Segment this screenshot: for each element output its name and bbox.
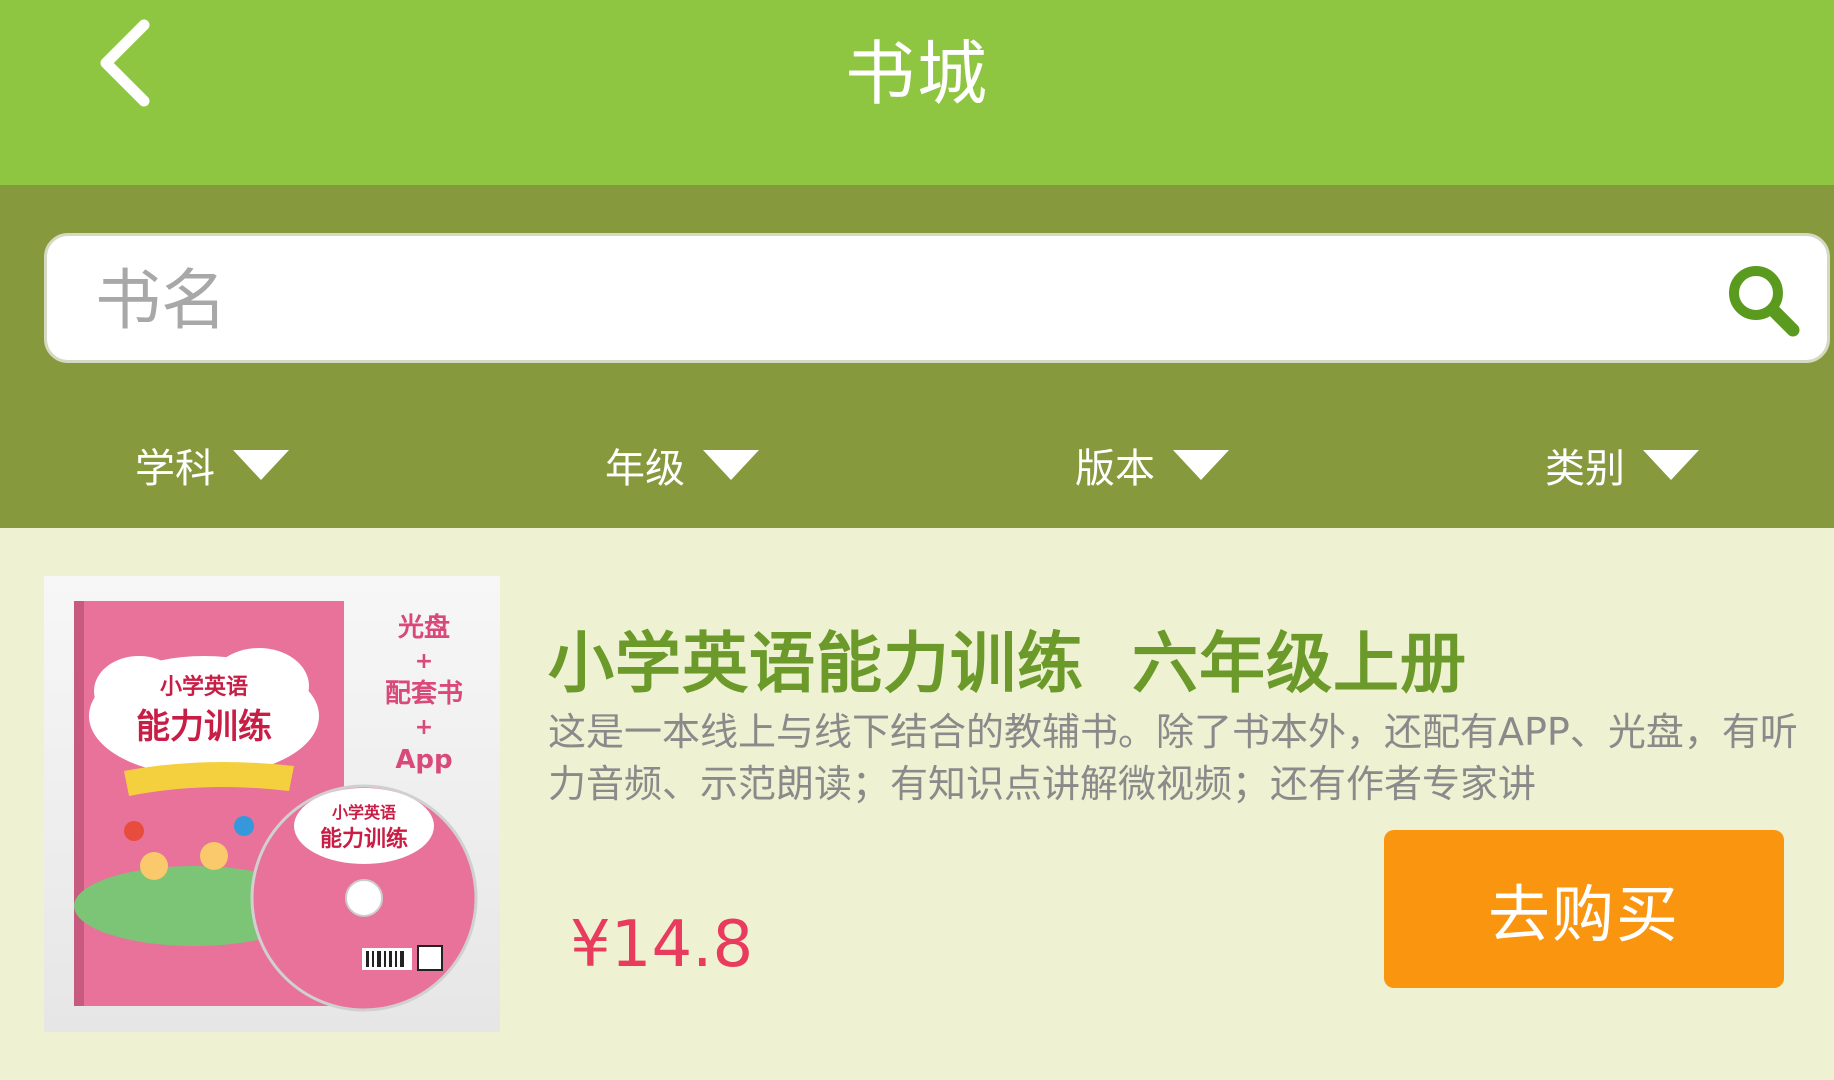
search-button[interactable] (1721, 258, 1805, 342)
disc-title-line2: 能力训练 (320, 826, 408, 852)
filter-label: 学科 (135, 446, 215, 492)
cover-title-line2: 能力训练 (136, 707, 272, 747)
search-icon (1729, 266, 1800, 337)
book-title[interactable]: 小学英语能力训练 六年级上册 (548, 610, 1467, 706)
cover-side-text: 光盘 (397, 612, 450, 643)
filter-label: 版本 (1075, 446, 1155, 492)
filter-row: 学科 年级 版本 类别 (0, 425, 1834, 505)
filter-subject[interactable]: 学科 (135, 425, 615, 505)
triangle-down-icon (703, 450, 759, 480)
book-price: ¥14.8 (570, 908, 754, 982)
search-box (44, 233, 1830, 363)
cover-side-text: + (415, 715, 433, 740)
cover-side-text: App (395, 745, 452, 775)
cover-side-text: + (415, 649, 433, 674)
filter-label: 年级 (605, 446, 685, 492)
cover-side-text: 配套书 (385, 679, 463, 709)
disc-title-line1: 小学英语 (332, 803, 396, 822)
search-input[interactable] (93, 254, 1657, 346)
filter-grade[interactable]: 年级 (605, 425, 1085, 505)
filter-label: 类别 (1545, 446, 1625, 492)
filter-category[interactable]: 类别 (1545, 425, 1834, 505)
book-cover-image[interactable]: 小学英语 能力训练 光盘 + 配套书 + App 小学英语 能力训练 (44, 576, 500, 1032)
buy-button[interactable]: 去购买 (1384, 830, 1784, 988)
book-list-item[interactable]: 小学英语 能力训练 光盘 + 配套书 + App 小学英语 能力训练 小学英语能… (0, 528, 1834, 1080)
book-store-screen: 书城 学科 年级 版本 (0, 0, 1834, 1080)
triangle-down-icon (233, 450, 289, 480)
book-cover-illustration: 小学英语 能力训练 光盘 + 配套书 + App 小学英语 能力训练 (44, 576, 500, 1032)
triangle-down-icon (1173, 450, 1229, 480)
book-description: 这是一本线上与线下结合的教辅书。除了书本外，还配有APP、光盘，有听力音频、示范… (548, 710, 1798, 806)
cover-title-line1: 小学英语 (160, 674, 248, 700)
page-title: 书城 (845, 33, 989, 115)
triangle-down-icon (1643, 450, 1699, 480)
filter-panel: 学科 年级 版本 类别 (0, 185, 1834, 528)
filter-edition[interactable]: 版本 (1075, 425, 1555, 505)
top-bar: 书城 (0, 0, 1834, 185)
